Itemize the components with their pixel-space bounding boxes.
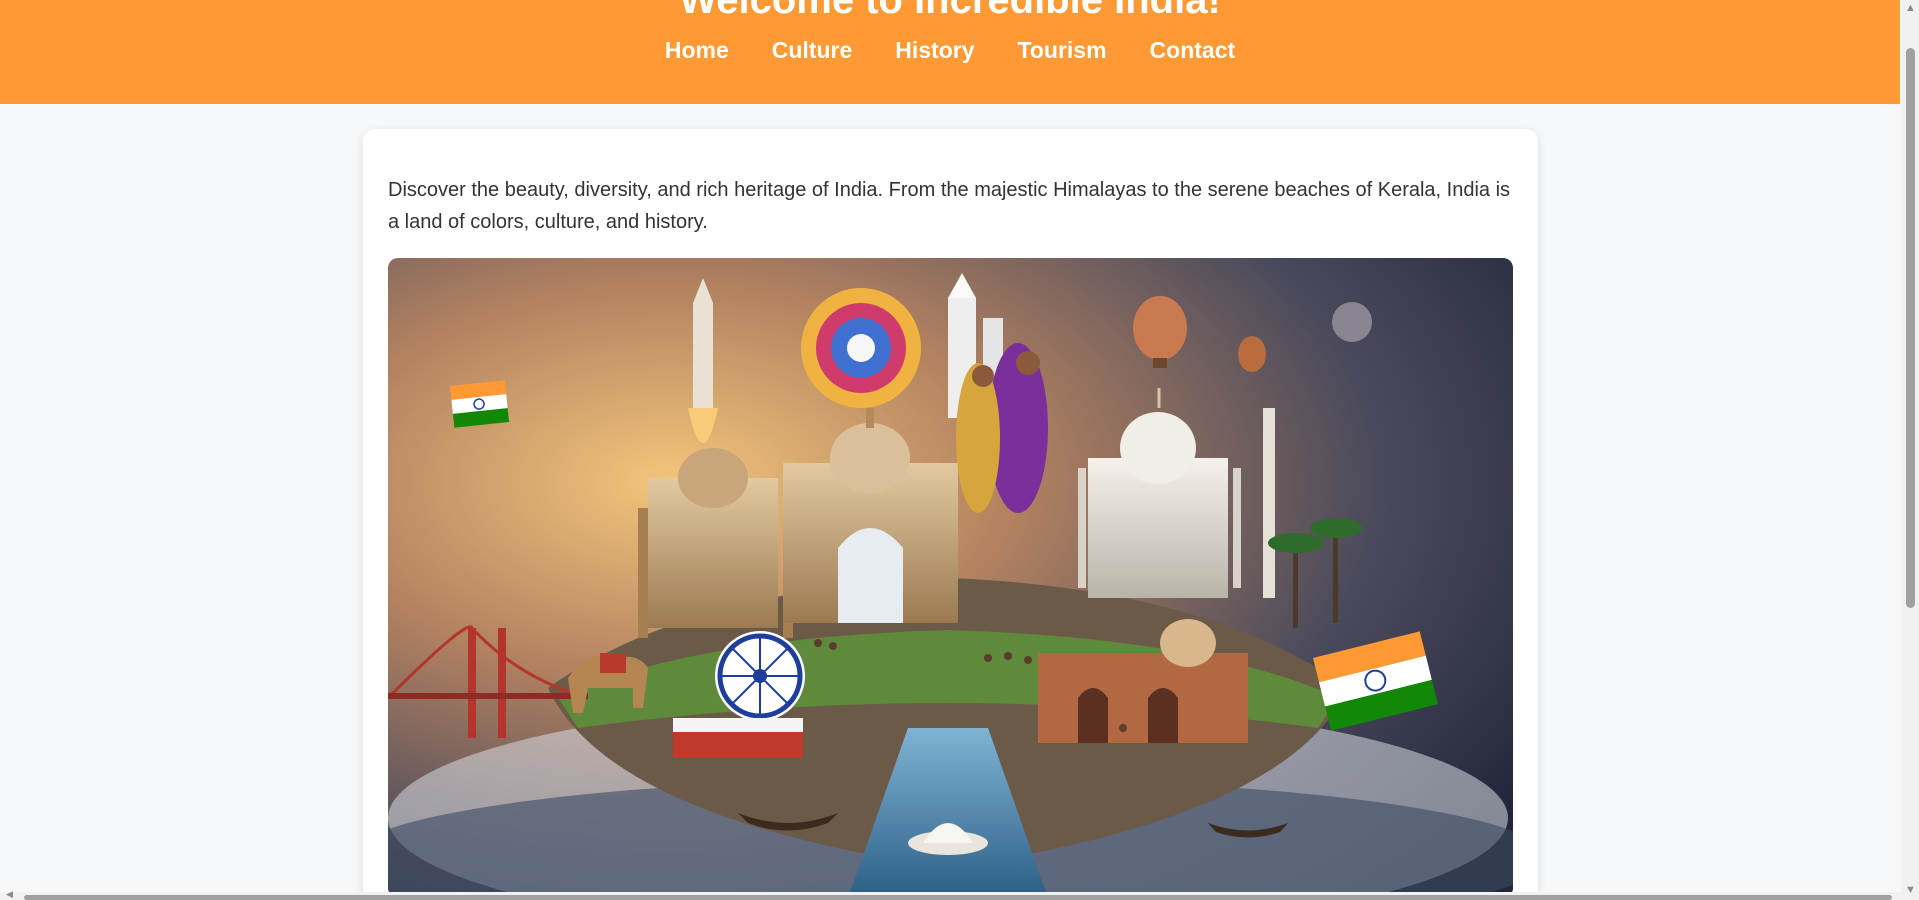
scroll-up-icon[interactable]: ▲ <box>1905 2 1916 14</box>
scroll-down-icon[interactable]: ▼ <box>1905 884 1916 896</box>
india-collage-image <box>388 258 1513 898</box>
nav-home[interactable]: Home <box>665 36 729 64</box>
vertical-scroll-thumb[interactable] <box>1906 48 1915 608</box>
nav-history[interactable]: History <box>895 36 974 64</box>
horizontal-scroll-thumb[interactable] <box>24 895 1892 900</box>
site-header: Welcome to Incredible India! Home Cultur… <box>0 0 1900 104</box>
nav-culture[interactable]: Culture <box>772 36 853 64</box>
scroll-left-icon[interactable]: ◀ <box>6 889 13 899</box>
intro-text: Discover the beauty, diversity, and rich… <box>388 179 1511 233</box>
vertical-scrollbar[interactable]: ▲ ▼ <box>1901 0 1919 900</box>
horizontal-scrollbar[interactable]: ◀ <box>0 889 1901 900</box>
nav-contact[interactable]: Contact <box>1150 36 1236 64</box>
content-card: Discover the beauty, diversity, and rich… <box>363 129 1538 900</box>
nav-tourism[interactable]: Tourism <box>1018 36 1107 64</box>
page-title: Welcome to Incredible India! <box>679 0 1221 22</box>
main-nav: Home Culture History Tourism Contact <box>0 36 1900 64</box>
